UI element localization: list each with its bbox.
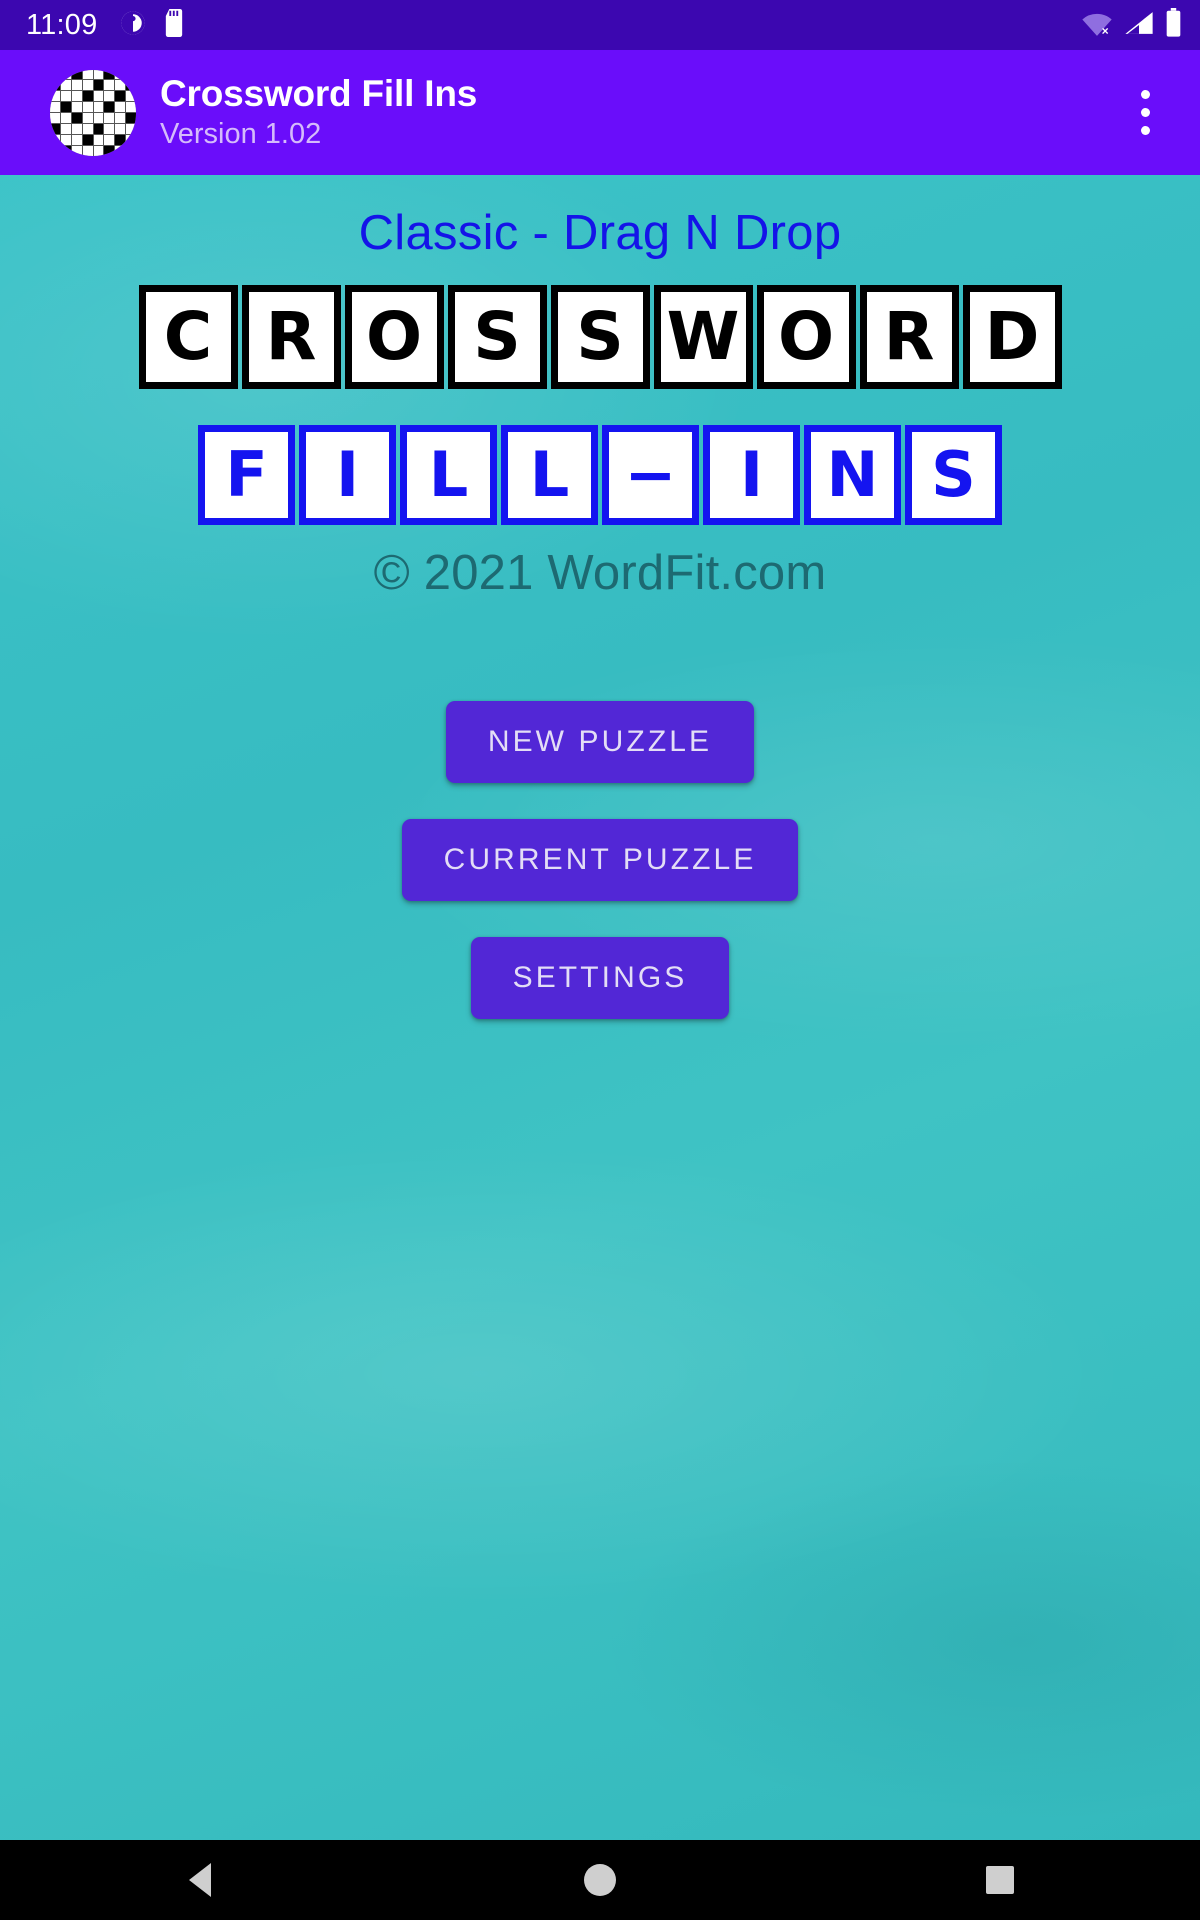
- menu-buttons: NEW PUZZLE CURRENT PUZZLE SETTINGS: [0, 701, 1200, 1019]
- clock-app-icon: [119, 9, 147, 42]
- app-screen: 11:09 × Crossword Fill Ins Version 1.02 …: [0, 0, 1200, 1920]
- letter-tile: F: [198, 425, 295, 525]
- more-vert-icon[interactable]: [1110, 68, 1180, 158]
- menu-dot-3: [1140, 126, 1150, 135]
- app-title-block: Crossword Fill Ins Version 1.02: [160, 73, 477, 151]
- battery-icon: [1165, 7, 1182, 43]
- home-circle-icon: [584, 1864, 616, 1896]
- status-bar: 11:09 ×: [0, 0, 1200, 50]
- nav-recents-button[interactable]: [800, 1840, 1200, 1920]
- letter-tile: L: [400, 425, 497, 525]
- letter-tile: I: [299, 425, 396, 525]
- word-row-crossword: CROSSWORD: [0, 285, 1200, 389]
- wifi-off-icon: ×: [1081, 9, 1113, 42]
- crossword-circle-logo: [50, 69, 136, 156]
- app-title: Crossword Fill Ins: [160, 73, 478, 115]
- letter-tile: R: [241, 285, 341, 389]
- letter-tile: S: [905, 425, 1002, 525]
- back-triangle-icon: [189, 1863, 211, 1897]
- letter-tile: N: [804, 425, 901, 525]
- app-version: Version 1.02: [160, 117, 322, 150]
- page-title: Classic - Drag N Drop: [358, 206, 842, 260]
- current-puzzle-button[interactable]: CURRENT PUZZLE: [401, 819, 799, 901]
- new-puzzle-button[interactable]: NEW PUZZLE: [445, 701, 755, 783]
- system-nav-bar: [0, 1840, 1200, 1920]
- letter-tile: W: [653, 285, 753, 389]
- nav-home-button[interactable]: [400, 1840, 800, 1920]
- nav-back-button[interactable]: [0, 1840, 400, 1920]
- letter-tile: C: [138, 285, 238, 389]
- letter-tile: L: [501, 425, 598, 525]
- sd-card-icon: [161, 8, 187, 42]
- letter-tile: S: [550, 285, 650, 389]
- word-row-fillins: F I L L − I N S: [0, 425, 1200, 525]
- status-notification-icons: [119, 8, 187, 42]
- menu-dot-1: [1140, 90, 1150, 99]
- letter-tile: D: [962, 285, 1062, 389]
- letter-tile: O: [756, 285, 856, 389]
- main-content: Classic - Drag N Drop CROSSWORD F I L L − I N S…: [0, 175, 1200, 1840]
- cellular-signal-icon: [1124, 9, 1154, 42]
- recents-square-icon: [986, 1866, 1014, 1894]
- letter-tile: O: [344, 285, 444, 389]
- settings-button[interactable]: SETTINGS: [470, 937, 730, 1019]
- status-time: 11:09: [26, 8, 98, 41]
- copyright-text: © 2021 WordFit.com: [373, 546, 827, 600]
- letter-tile: R: [859, 285, 959, 389]
- letter-tile: −: [602, 425, 699, 525]
- letter-tile: I: [703, 425, 800, 525]
- app-bar: Crossword Fill Ins Version 1.02: [0, 50, 1200, 175]
- status-system-icons: ×: [1081, 7, 1182, 43]
- menu-dot-2: [1140, 108, 1150, 117]
- letter-tile: S: [447, 285, 547, 389]
- svg-text:×: ×: [1102, 24, 1109, 37]
